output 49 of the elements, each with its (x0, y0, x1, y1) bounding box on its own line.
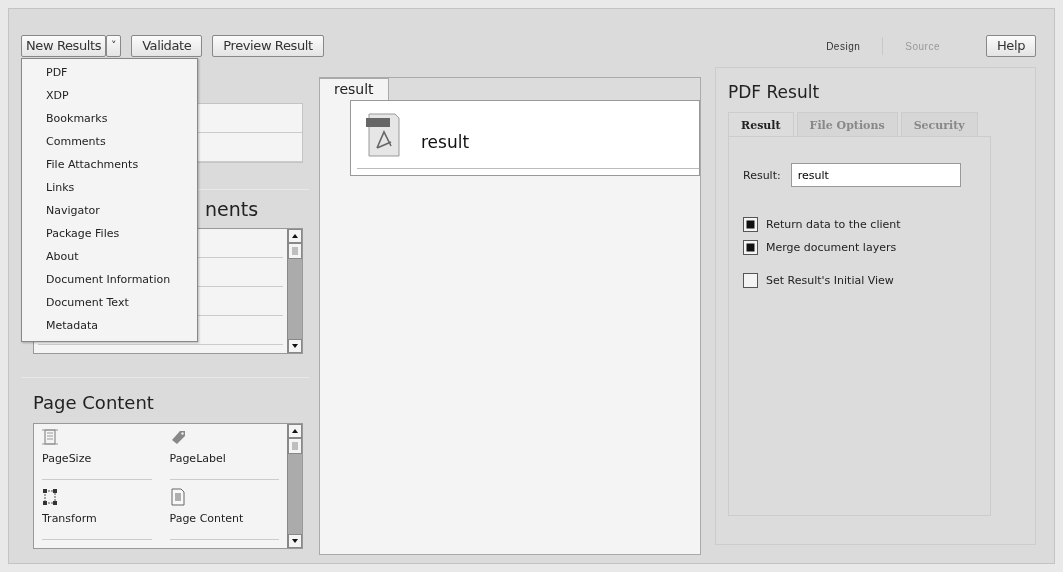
menu-item[interactable]: File Attachments (22, 153, 197, 176)
item-label[interactable]: Page Content (169, 512, 279, 525)
menu-item[interactable]: Package Files (22, 222, 197, 245)
transform-icon (42, 488, 58, 506)
option-label: Return data to the client (766, 218, 901, 231)
section-heading: nents (205, 198, 259, 222)
section-heading: Page Content (33, 392, 155, 413)
menu-item[interactable]: Comments (22, 130, 197, 153)
menu-item[interactable]: PDF (22, 61, 197, 84)
scroll-up-icon[interactable] (288, 229, 302, 243)
menu-item[interactable]: Links (22, 176, 197, 199)
toolbar-button[interactable]: Validate (131, 35, 203, 57)
menu-item[interactable]: Document Text (22, 291, 197, 314)
panel-title: PDF Result (728, 82, 821, 102)
item-label[interactable]: PageLabel (169, 452, 279, 465)
new-results-button[interactable]: New Results (21, 35, 107, 57)
option-label: Merge document layers (766, 241, 897, 254)
result-field[interactable]: result (790, 163, 961, 187)
scroll-down-icon[interactable] (288, 339, 302, 353)
menu-item[interactable]: Document Information (22, 268, 197, 291)
item-label[interactable]: Transform (42, 512, 152, 525)
checkbox[interactable] (743, 273, 758, 288)
scrollbar[interactable] (287, 424, 302, 548)
option-label: Set Result's Initial View (766, 274, 894, 287)
menu-item[interactable]: About (22, 245, 197, 268)
pdf-file-icon (365, 112, 401, 158)
document-icon (169, 488, 186, 506)
menu-item[interactable]: Navigator (22, 199, 197, 222)
scroll-thumb[interactable] (288, 243, 302, 259)
scrollbar[interactable] (287, 229, 302, 353)
menu-item[interactable]: Metadata (22, 314, 197, 337)
menu-item[interactable]: XDP (22, 84, 197, 107)
dropdown-button[interactable]: ˅ (106, 35, 122, 57)
scroll-down-icon[interactable] (288, 534, 302, 548)
item-label[interactable]: PageSize (42, 452, 152, 465)
page-frame-icon (42, 428, 58, 446)
scroll-thumb[interactable] (288, 438, 302, 454)
tag-icon (169, 428, 186, 446)
scroll-up-icon[interactable] (288, 424, 302, 438)
checkbox[interactable] (743, 240, 758, 255)
field-label: Result: (743, 168, 781, 182)
menu-item[interactable]: Bookmarks (22, 107, 197, 130)
canvas-tab[interactable]: result (320, 78, 389, 101)
checkbox[interactable] (743, 217, 758, 232)
view-tab[interactable]: Design (814, 40, 873, 52)
result-node[interactable]: result (350, 100, 700, 176)
toolbar-button[interactable]: Preview Result (212, 35, 324, 57)
property-tab[interactable]: Result (728, 112, 794, 136)
help-button[interactable]: Help (985, 35, 1036, 57)
